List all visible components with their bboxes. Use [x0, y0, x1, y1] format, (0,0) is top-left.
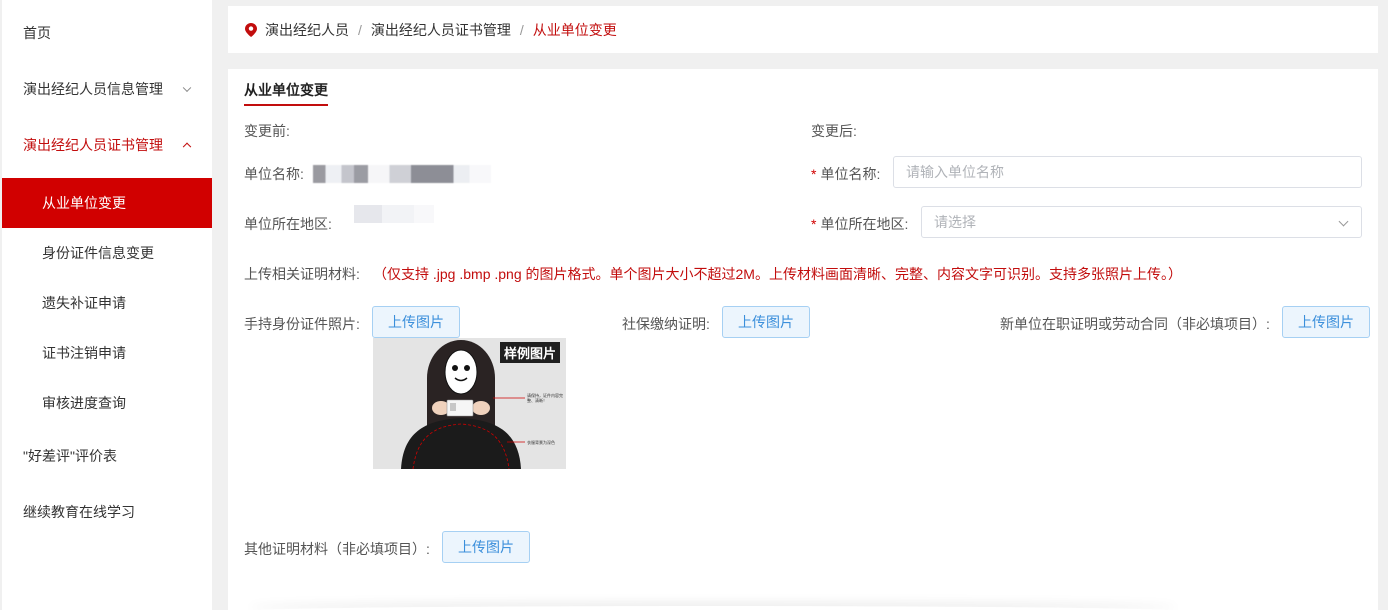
- menu-home[interactable]: 首页: [2, 0, 212, 66]
- sidebar-item-label: 审核进度查询: [42, 395, 126, 411]
- breadcrumb: 演出经纪人员 / 演出经纪人员证书管理 / 从业单位变更: [228, 6, 1378, 53]
- social-security-label: 社保缴纳证明:: [622, 316, 710, 332]
- sidebar-item-progress[interactable]: 审核进度查询: [2, 378, 212, 428]
- sidebar-item-cancel[interactable]: 证书注销申请: [2, 328, 212, 378]
- after-region-text: 单位所在地区:: [820, 216, 909, 232]
- materials-label: 上传相关证明材料:: [244, 266, 360, 282]
- upload-employment-button[interactable]: 上传图片: [1282, 306, 1370, 338]
- breadcrumb-separator: /: [519, 21, 524, 38]
- sidebar-item-reissue[interactable]: 遗失补证申请: [2, 278, 212, 328]
- sidebar: 首页 演出经纪人员信息管理 演出经纪人员证书管理 从业单位变更 身份证件信息变更…: [2, 0, 212, 610]
- location-pin-icon: [245, 22, 257, 37]
- sample-id-photo: 样例图片 请保持，证件内容完整、清晰！ 衣服背景为深色: [373, 338, 566, 469]
- required-mark: *: [811, 166, 817, 182]
- redacted-region: [354, 205, 434, 223]
- id-photo-label: 手持身份证件照片:: [244, 316, 360, 332]
- employment-label: 新单位在职证明或劳动合同（非必填项目）:: [1000, 316, 1270, 332]
- unit-name-input[interactable]: [893, 156, 1362, 188]
- menu-review-form-label: "好差评"评价表: [23, 448, 117, 464]
- menu-cert-mgmt-label: 演出经纪人员证书管理: [23, 137, 163, 153]
- sample-note-clothes: 衣服背景为深色: [527, 440, 555, 445]
- menu-info-mgmt[interactable]: 演出经纪人员信息管理: [2, 66, 212, 112]
- sample-tag: 样例图片: [499, 342, 560, 363]
- other-materials-label: 其他证明材料（非必填项目）:: [244, 541, 430, 557]
- breadcrumb-item-cert-mgmt[interactable]: 演出经纪人员证书管理: [371, 20, 511, 40]
- materials-note: （仅支持 .jpg .bmp .png 的图片格式。单个图片大小不超过2M。上传…: [373, 266, 1182, 282]
- menu-continuing-edu[interactable]: 继续教育在线学习: [2, 484, 212, 540]
- required-mark: *: [811, 216, 817, 232]
- before-heading: 变更前:: [244, 123, 290, 139]
- chevron-down-icon: [182, 83, 192, 93]
- sidebar-item-id-change[interactable]: 身份证件信息变更: [2, 228, 212, 278]
- section-title: 从业单位变更: [244, 80, 328, 106]
- redacted-unit-name: [313, 165, 491, 183]
- sidebar-item-label: 遗失补证申请: [42, 295, 126, 311]
- upload-id-photo-button[interactable]: 上传图片: [372, 306, 460, 338]
- breadcrumb-current: 从业单位变更: [532, 21, 617, 38]
- region-select[interactable]: 请选择: [921, 206, 1362, 238]
- menu-home-label: 首页: [23, 25, 51, 41]
- menu-info-mgmt-label: 演出经纪人员信息管理: [23, 81, 163, 97]
- menu-continuing-edu-label: 继续教育在线学习: [23, 504, 135, 520]
- breadcrumb-item-brokers[interactable]: 演出经纪人员: [265, 20, 349, 40]
- footer-shadow: [248, 606, 1178, 610]
- upload-social-security-button[interactable]: 上传图片: [722, 306, 810, 338]
- breadcrumb-separator: /: [358, 21, 362, 38]
- after-heading: 变更后:: [811, 123, 857, 139]
- region-select-placeholder: 请选择: [934, 214, 976, 230]
- sidebar-item-label: 从业单位变更: [42, 195, 126, 211]
- before-region-label: 单位所在地区:: [244, 216, 332, 232]
- menu-review-form[interactable]: "好差评"评价表: [2, 428, 212, 484]
- menu-cert-mgmt[interactable]: 演出经纪人员证书管理: [2, 112, 212, 178]
- after-unit-name-label: * 单位名称:: [811, 164, 880, 184]
- sidebar-item-label: 身份证件信息变更: [42, 245, 154, 261]
- sidebar-item-unit-change[interactable]: 从业单位变更: [2, 178, 212, 228]
- chevron-up-icon: [182, 142, 192, 152]
- after-region-label: * 单位所在地区:: [811, 214, 908, 234]
- chevron-down-icon: [1338, 216, 1349, 227]
- after-unit-name-text: 单位名称:: [820, 166, 881, 182]
- unit-change-form: 从业单位变更 变更前: 变更后: 单位名称: *单位名称: 单位所在地区: *单…: [228, 69, 1378, 610]
- before-unit-name-label: 单位名称:: [244, 166, 304, 182]
- upload-other-button[interactable]: 上传图片: [442, 531, 530, 563]
- sidebar-item-label: 证书注销申请: [42, 345, 126, 361]
- sample-note-card: 请保持，证件内容完整、清晰！: [527, 393, 563, 403]
